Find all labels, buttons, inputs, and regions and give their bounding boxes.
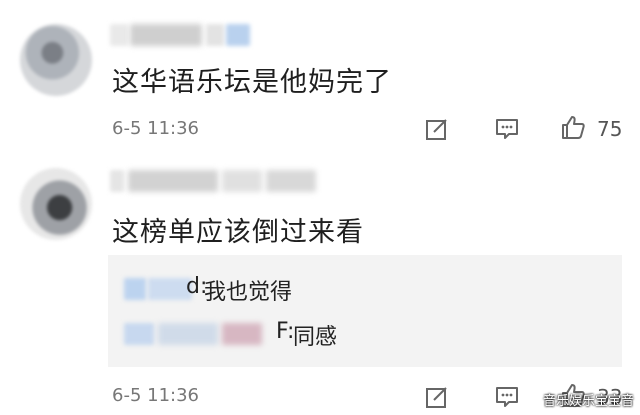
comment-item: 这榜单应该倒过来看 d: 我也觉得 F: 同感 6-5 11:36 33 xyxy=(0,160,640,415)
edit-icon[interactable] xyxy=(424,384,450,410)
reply-text: 我也觉得 xyxy=(204,280,293,305)
watermark: 音乐娱乐宝宝音 xyxy=(542,394,634,409)
comment-timestamp: 6-5 11:36 xyxy=(112,118,199,139)
reply-text: 同感 xyxy=(293,325,338,350)
username-blurred[interactable] xyxy=(110,24,270,46)
like-icon[interactable] xyxy=(560,114,586,140)
edit-icon[interactable] xyxy=(424,116,450,142)
comment-item: 这华语乐坛是他妈完了 6-5 11:36 75 xyxy=(0,0,640,160)
avatar[interactable] xyxy=(20,168,92,240)
like-count: 75 xyxy=(597,117,623,141)
reply-name-suffix: F: xyxy=(276,319,295,344)
comment-icon[interactable] xyxy=(494,116,520,142)
reply-list[interactable]: d: 我也觉得 F: 同感 xyxy=(108,255,622,367)
comment-icon[interactable] xyxy=(494,384,520,410)
comment-text: 这华语乐坛是他妈完了 xyxy=(112,67,392,98)
avatar[interactable] xyxy=(20,24,92,96)
username-blurred[interactable] xyxy=(110,170,320,192)
comment-text: 这榜单应该倒过来看 xyxy=(112,217,364,248)
comment-timestamp: 6-5 11:36 xyxy=(112,385,199,406)
